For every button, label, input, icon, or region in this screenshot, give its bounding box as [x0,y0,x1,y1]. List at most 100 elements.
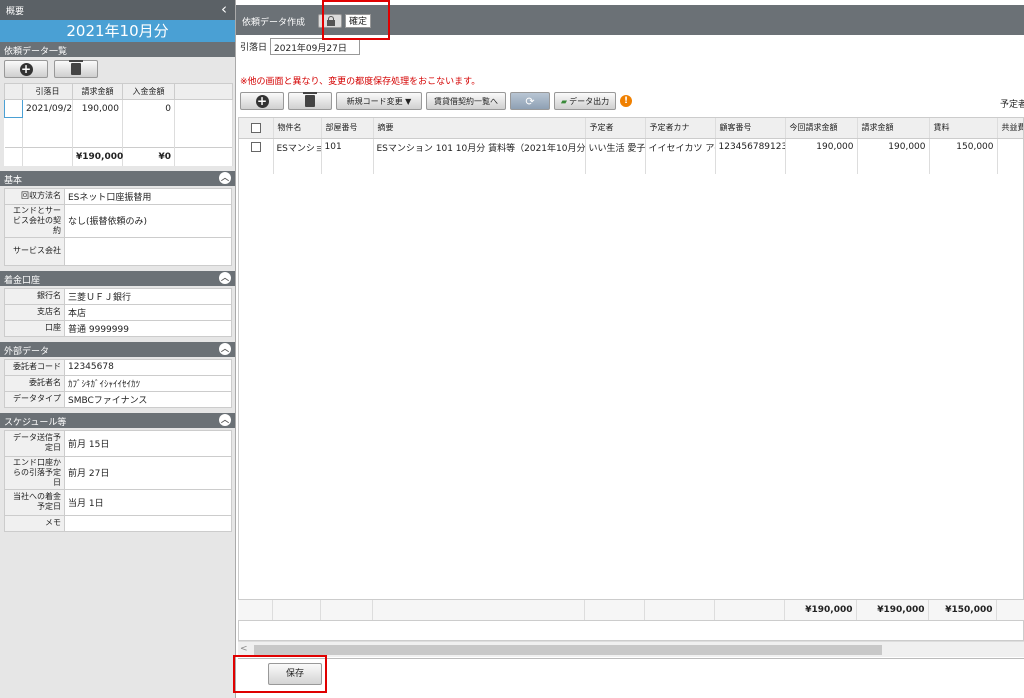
scheduled-label: 予定者 [1000,100,1024,110]
scroll-left-icon[interactable]: < [240,644,248,654]
total-rent: ¥150,000 [928,600,997,620]
chevron-up-icon[interactable]: ︿ [219,413,231,426]
request-list-title: 依頼データ一覧 [4,47,68,57]
service-company-label: サービス会社 [4,236,65,266]
col-common-fee[interactable]: 共益費 [997,118,1023,139]
chevron-up-icon[interactable]: ︿ [219,342,231,355]
service-company-value [64,236,232,266]
withdraw-date-label: エンド口座からの引落予定日 [4,455,65,490]
request-list-toolbar: + [0,57,235,83]
external-section-header[interactable]: 外部データ ︿ [0,341,235,357]
chevron-up-icon[interactable]: ︿ [219,171,231,184]
data-output-button[interactable]: ▰ データ出力 [554,92,616,110]
withdraw-date-input[interactable]: 2021年09月27日 [270,38,361,55]
refresh-button[interactable]: ⟳ [510,92,550,110]
cell-person[interactable]: いい生活 愛子 [585,138,646,156]
cell-customer-no[interactable]: 123456789123 [715,138,786,156]
cell-property[interactable]: ESマンション [273,138,322,156]
cell-kana[interactable]: イイセイカツ アイコ [645,138,716,156]
total-billed: ¥190,000 [72,147,123,166]
arrival-date-value: 当月 1日 [64,488,232,516]
grid-toolbar: + 新規コード変更 ▼ 賃貸借契約一覧へ ⟳ ▰ データ出力 ! [240,92,632,110]
send-date-label: データ送信予定日 [4,429,65,457]
total-bill: ¥190,000 [856,600,929,620]
cell-bill[interactable]: 190,000 [857,138,930,156]
request-list-totals: ¥190,000 ¥0 [4,147,233,166]
row-checkbox[interactable] [250,142,261,152]
col-kana[interactable]: 予定者カナ [645,118,716,139]
basic-section-header[interactable]: 基本 ︿ [0,170,235,186]
end-service-contract-value: なし(振替依頼のみ) [64,203,232,238]
collection-method-value: ESネット口座振替用 [64,187,232,205]
deposit-section-header[interactable]: 着金口座 ︿ [0,270,235,286]
col-person[interactable]: 予定者 [585,118,646,139]
list-item[interactable]: 2021/09/2 190,000 0 [4,99,233,118]
consignor-code-value: 12345678 [64,358,232,376]
table-row[interactable]: ESマンション 101 ESマンション 101 10月分 賃料等（2021年10… [239,138,1023,156]
cell-current-bill[interactable]: 190,000 [785,138,858,156]
total-current-bill: ¥190,000 [784,600,857,620]
col-paid: 入金金額 [122,83,175,100]
end-service-contract-label: エンドとサービス会社の契約 [4,203,65,238]
save-warning: ※他の画面と異なり、変更の都度保存処理をおこないます。 [240,77,481,87]
export-icon: ▰ [560,96,568,106]
chevron-up-icon[interactable]: ︿ [219,271,231,284]
plus-icon: + [19,61,33,76]
info-icon[interactable]: ! [620,95,632,107]
plus-icon: + [255,93,269,108]
consignor-name-label: 委託者名 [4,374,65,392]
request-list-header-row: 引落日 請求金額 入金金額 [4,83,233,100]
arrival-date-label: 当社への着金予定日 [4,488,65,516]
add-row-button[interactable]: + [240,92,284,110]
total-paid: ¥0 [122,147,175,166]
col-billed: 請求金額 [72,83,123,100]
col-bill[interactable]: 請求金額 [857,118,930,139]
select-all-checkbox[interactable] [250,122,261,133]
trash-icon [69,60,83,75]
request-data-header: 依頼データ作成 確定 [236,5,1024,35]
row-selector[interactable] [4,99,23,118]
confirm-button[interactable]: 確定 [345,14,372,28]
cell-room[interactable]: 101 [321,138,374,156]
branch-name-label: 支店名 [4,303,65,321]
col-room[interactable]: 部屋番号 [321,118,374,139]
refresh-icon: ⟳ [525,94,535,108]
data-output-label: データ出力 [569,96,610,106]
schedule-section-header[interactable]: スケジュール等 ︿ [0,412,235,428]
page-title: 依頼データ作成 [242,18,306,28]
col-property[interactable]: 物件名 [273,118,322,139]
bank-name-value: 三菱ＵＦＪ銀行 [64,287,232,305]
col-summary[interactable]: 摘要 [373,118,586,139]
trash-icon [303,92,317,107]
bank-name-label: 銀行名 [4,287,65,305]
memo-label: メモ [4,514,65,532]
col-current-bill[interactable]: 今回請求金額 [785,118,858,139]
add-request-button[interactable]: + [4,60,48,78]
summary-header: 概要 ‹ [0,0,235,20]
delete-row-button[interactable] [288,92,332,110]
schedule-section-title: スケジュール等 [4,417,67,428]
new-code-change-dropdown[interactable]: 新規コード変更 ▼ [336,92,422,110]
collapse-chevron-icon[interactable]: ‹ [221,1,227,17]
month-title: 2021年10月分 [0,20,235,42]
list-item-billed: 190,000 [72,99,123,118]
cell-rent[interactable]: 150,000 [929,138,998,156]
request-list-table: 引落日 請求金額 入金金額 2021/09/2 190,000 0 ¥190,0… [4,83,233,166]
unlock-icon[interactable] [318,14,342,28]
request-data-table: 物件名 部屋番号 摘要 予定者 予定者カナ 顧客番号 今回請求金額 請求金額 賃… [239,118,1023,174]
app-root: 概要 ‹ 2021年10月分 依頼データ一覧 + 引落日 請求金額 入金金額 2… [0,0,1024,698]
lease-contract-list-button[interactable]: 賃貸借契約一覧へ [426,92,506,110]
basic-section: 回収方法名 ESネット口座振替用 エンドとサービス会社の契約 なし(振替依頼のみ) … [4,187,232,266]
collection-method-label: 回収方法名 [4,187,65,205]
memo-value[interactable] [64,514,232,532]
cell-summary[interactable]: ESマンション 101 10月分 賃料等（2021年10月分） [373,138,586,156]
delete-request-button[interactable] [54,60,98,78]
request-data-grid: 物件名 部屋番号 摘要 予定者 予定者カナ 顧客番号 今回請求金額 請求金額 賃… [238,117,1024,641]
horizontal-scrollbar[interactable]: < [238,641,1024,657]
save-button[interactable]: 保存 [268,663,322,685]
branch-name-value: 本店 [64,303,232,321]
basic-section-title: 基本 [4,175,23,186]
scrollbar-thumb[interactable] [254,645,882,655]
col-customer-no[interactable]: 顧客番号 [715,118,786,139]
col-rent[interactable]: 賃料 [929,118,998,139]
